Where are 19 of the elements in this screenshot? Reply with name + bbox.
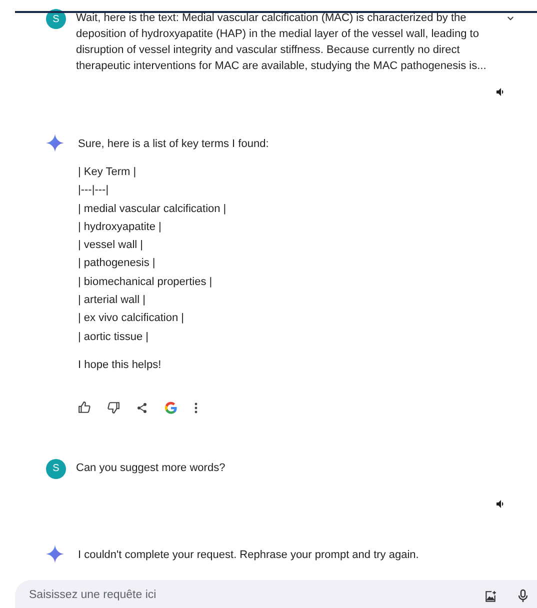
table-text-line: | Key Term | bbox=[78, 165, 138, 180]
table-text-line: | ex vivo calcification | bbox=[78, 311, 185, 326]
table-text-line: | aortic tissue | bbox=[78, 330, 150, 345]
prompt-input[interactable]: Saisissez une requête ici bbox=[27, 586, 484, 606]
table-text-line: | medial vascular calcification | bbox=[78, 202, 228, 217]
table-text-line: |---|---| bbox=[78, 183, 110, 198]
message-text: Sure, here is a list of key terms I found: bbox=[78, 137, 270, 152]
message-text: I couldn't complete your request. Rephrase your prompt and try again. bbox=[78, 548, 420, 563]
message-text: Wait, here is the text: Medial vascular calcification (MAC) is characterized by the deposition of hydroxyapatite (HAP) in the medial layer of the vessel wall, leading to disruption of vessel integrity and vascular stiffness. Because currently no direct therapeutic interventions for MAC are available, studying the MAC pathogenesis is... bbox=[76, 11, 488, 74]
message-text: I hope this helps! bbox=[78, 358, 162, 373]
table-text-line: | pathogenesis | bbox=[78, 256, 156, 272]
table-text-line: | hydroxyapatite | bbox=[78, 220, 162, 235]
table-text-line: | vessel wall | bbox=[78, 238, 144, 254]
user-avatar: S bbox=[46, 9, 66, 29]
table-text-line: | arterial wall | bbox=[78, 293, 146, 308]
message-text: Can you suggest more words? bbox=[76, 460, 226, 476]
prompt-bar[interactable]: Saisissez une requête ici bbox=[15, 580, 537, 608]
user-avatar: S bbox=[46, 458, 66, 479]
table-text-line: | biomechanical properties | bbox=[78, 274, 214, 290]
